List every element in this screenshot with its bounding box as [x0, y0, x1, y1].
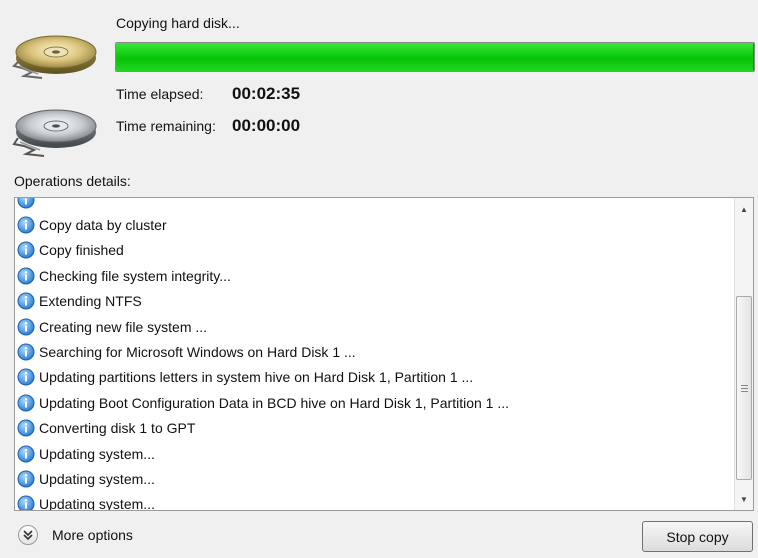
scrollbar-grip-icon — [740, 384, 748, 392]
operation-item-label: Checking file system integrity... — [39, 267, 231, 284]
operation-item-label: Creating new file system ... — [39, 318, 208, 335]
operation-item: Updating system... — [17, 466, 733, 491]
more-options-toggle[interactable]: More options — [18, 525, 133, 545]
scrollbar-thumb[interactable] — [736, 296, 752, 480]
info-icon — [17, 394, 35, 412]
stop-copy-button[interactable]: Stop copy — [642, 521, 753, 552]
operation-item: Updating partitions letters in system hi… — [17, 365, 733, 390]
operation-item: Checking file system integrity... — [17, 263, 733, 288]
info-icon — [17, 198, 35, 209]
time-remaining-label: Time remaining: — [116, 118, 216, 134]
operation-item-label: Searching for Microsoft Windows on Hard … — [39, 344, 356, 361]
operation-item: Updating system... — [17, 492, 733, 511]
source-hard-disk-icon — [12, 18, 104, 82]
copy-progress-bar — [115, 42, 755, 72]
info-icon — [17, 470, 35, 488]
operation-item: Converting disk 1 to GPT — [17, 416, 733, 441]
operation-item-label: Updating Boot Configuration Data in BCD … — [39, 394, 510, 411]
info-icon — [17, 318, 35, 336]
operation-item-label: Updating partitions letters in system hi… — [39, 369, 474, 386]
more-options-label[interactable]: More options — [52, 527, 133, 543]
chevron-double-down-icon[interactable] — [18, 525, 38, 545]
operation-item-label: Updating system... — [39, 445, 155, 462]
time-remaining-value: 00:00:00 — [232, 116, 301, 135]
info-icon — [17, 241, 35, 259]
time-elapsed-label: Time elapsed: — [116, 86, 204, 102]
copy-progress-fill — [116, 43, 754, 71]
operation-item-label: Converting disk 1 to GPT — [39, 420, 196, 437]
copy-status-title: Copying hard disk... — [116, 15, 240, 31]
operation-item-label: Updating system... — [39, 496, 155, 511]
operation-item: Extending NTFS — [17, 289, 733, 314]
operations-scrollbar[interactable]: ▲ ▼ — [734, 198, 753, 510]
operations-list-items: Copy data by cluster Copy finished Checkin… — [17, 198, 733, 511]
scroll-down-arrow-icon[interactable]: ▼ — [735, 490, 753, 508]
info-icon — [17, 495, 35, 510]
info-icon — [17, 267, 35, 285]
operation-item-label: Updating system... — [39, 470, 155, 487]
info-icon — [17, 292, 35, 310]
operation-item: Copy finished — [17, 238, 733, 263]
info-icon — [17, 216, 35, 234]
operation-item: Updating system... — [17, 441, 733, 466]
operation-item: Copy data by cluster — [17, 212, 733, 237]
info-icon — [17, 368, 35, 386]
info-icon — [17, 419, 35, 437]
operation-item: Searching for Microsoft Windows on Hard … — [17, 339, 733, 364]
operation-item: Updating Boot Configuration Data in BCD … — [17, 390, 733, 415]
info-icon — [17, 343, 35, 361]
target-hard-disk-icon — [12, 96, 104, 160]
operations-details-list[interactable]: Copy data by cluster Copy finished Checkin… — [14, 197, 754, 511]
operation-item — [17, 198, 733, 212]
operation-item-label: Copy data by cluster — [39, 217, 167, 234]
operation-item-label: Copy finished — [39, 242, 124, 259]
operations-details-label: Operations details: — [14, 173, 131, 189]
time-elapsed-value: 00:02:35 — [232, 84, 301, 103]
operation-item: Creating new file system ... — [17, 314, 733, 339]
info-icon — [17, 445, 35, 463]
operation-item-label: Extending NTFS — [39, 293, 142, 310]
scroll-up-arrow-icon[interactable]: ▲ — [735, 200, 753, 218]
